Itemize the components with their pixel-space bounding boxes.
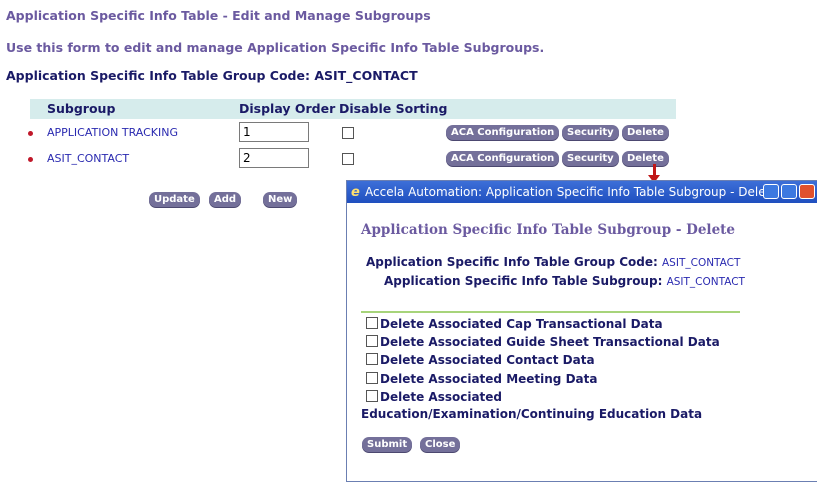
divider <box>361 311 740 313</box>
delete-option-checkbox[interactable] <box>366 317 378 329</box>
delete-option[interactable]: Delete Associated Meeting Data <box>366 372 597 386</box>
delete-option-checkbox[interactable] <box>366 372 378 384</box>
delete-option[interactable]: Delete Associated Cap Transactional Data <box>366 317 663 331</box>
dialog-subgroup: Application Specific Info Table Subgroup… <box>384 274 745 288</box>
maximize-icon[interactable] <box>781 184 797 199</box>
dialog-heading: Application Specific Info Table Subgroup… <box>361 222 735 238</box>
page-title: Application Specific Info Table - Edit a… <box>6 8 431 23</box>
header-disable-sorting: Disable Sorting <box>339 101 448 116</box>
delete-option-checkbox[interactable] <box>366 353 378 365</box>
security-button[interactable]: Security <box>562 125 619 140</box>
delete-option-checkbox[interactable] <box>366 390 378 402</box>
minimize-icon[interactable] <box>763 184 779 199</box>
dialog-group-code-value: ASIT_CONTACT <box>662 257 741 269</box>
delete-option-label: Delete Associated Guide Sheet Transactio… <box>380 335 720 349</box>
table-row: APPLICATION TRACKING ACA Configuration S… <box>0 122 700 146</box>
disable-sorting-checkbox[interactable] <box>342 153 354 165</box>
page-description: Use this form to edit and manage Applica… <box>6 40 545 55</box>
delete-option-label: Delete Associated Cap Transactional Data <box>380 317 663 331</box>
header-subgroup: Subgroup <box>47 101 116 116</box>
delete-option[interactable]: Delete Associated Guide Sheet Transactio… <box>366 335 720 349</box>
delete-option-continuation: Education/Examination/Continuing Educati… <box>361 407 703 421</box>
delete-option-label: Delete Associated <box>380 390 503 404</box>
delete-button[interactable]: Delete <box>622 151 669 166</box>
display-order-input[interactable] <box>239 148 309 168</box>
subgroup-link[interactable]: ASIT_CONTACT <box>47 152 129 165</box>
aca-configuration-button[interactable]: ACA Configuration <box>446 151 560 166</box>
subgroup-table-header: Subgroup Display Order Disable Sorting <box>30 99 676 119</box>
bullet-icon <box>28 157 33 162</box>
table-row: ASIT_CONTACT ACA Configuration Security … <box>0 148 700 172</box>
update-button[interactable]: Update <box>149 192 200 207</box>
delete-option-label: Delete Associated Contact Data <box>380 353 595 367</box>
delete-option-checkbox[interactable] <box>366 335 378 347</box>
add-button[interactable]: Add <box>209 192 242 207</box>
submit-button[interactable]: Submit <box>362 437 413 452</box>
delete-option[interactable]: Delete Associated <box>366 390 502 404</box>
delete-button[interactable]: Delete <box>622 125 669 140</box>
header-display-order: Display Order <box>239 101 336 116</box>
close-icon[interactable] <box>799 184 815 199</box>
group-code-label: Application Specific Info Table Group Co… <box>6 68 310 83</box>
new-button[interactable]: New <box>263 192 298 207</box>
dialog-subgroup-value: ASIT_CONTACT <box>666 276 745 288</box>
disable-sorting-checkbox[interactable] <box>342 127 354 139</box>
subgroup-link[interactable]: APPLICATION TRACKING <box>47 126 178 139</box>
group-code-value: ASIT_CONTACT <box>314 68 418 83</box>
display-order-input[interactable] <box>239 122 309 142</box>
delete-option-label: Delete Associated Meeting Data <box>380 372 598 386</box>
dialog-window-title: Accela Automation: Application Specific … <box>365 185 778 199</box>
bullet-icon <box>28 131 33 136</box>
aca-configuration-button[interactable]: ACA Configuration <box>446 125 560 140</box>
close-button[interactable]: Close <box>420 437 461 452</box>
group-code-line: Application Specific Info Table Group Co… <box>6 68 418 83</box>
dialog-group-code-label: Application Specific Info Table Group Co… <box>366 255 658 269</box>
browser-icon: e <box>351 185 360 200</box>
dialog-group-code: Application Specific Info Table Group Co… <box>366 255 740 269</box>
delete-option[interactable]: Delete Associated Contact Data <box>366 353 595 367</box>
dialog-subgroup-label: Application Specific Info Table Subgroup… <box>384 274 663 288</box>
security-button[interactable]: Security <box>562 151 619 166</box>
dialog-titlebar[interactable]: e Accela Automation: Application Specifi… <box>347 181 817 203</box>
